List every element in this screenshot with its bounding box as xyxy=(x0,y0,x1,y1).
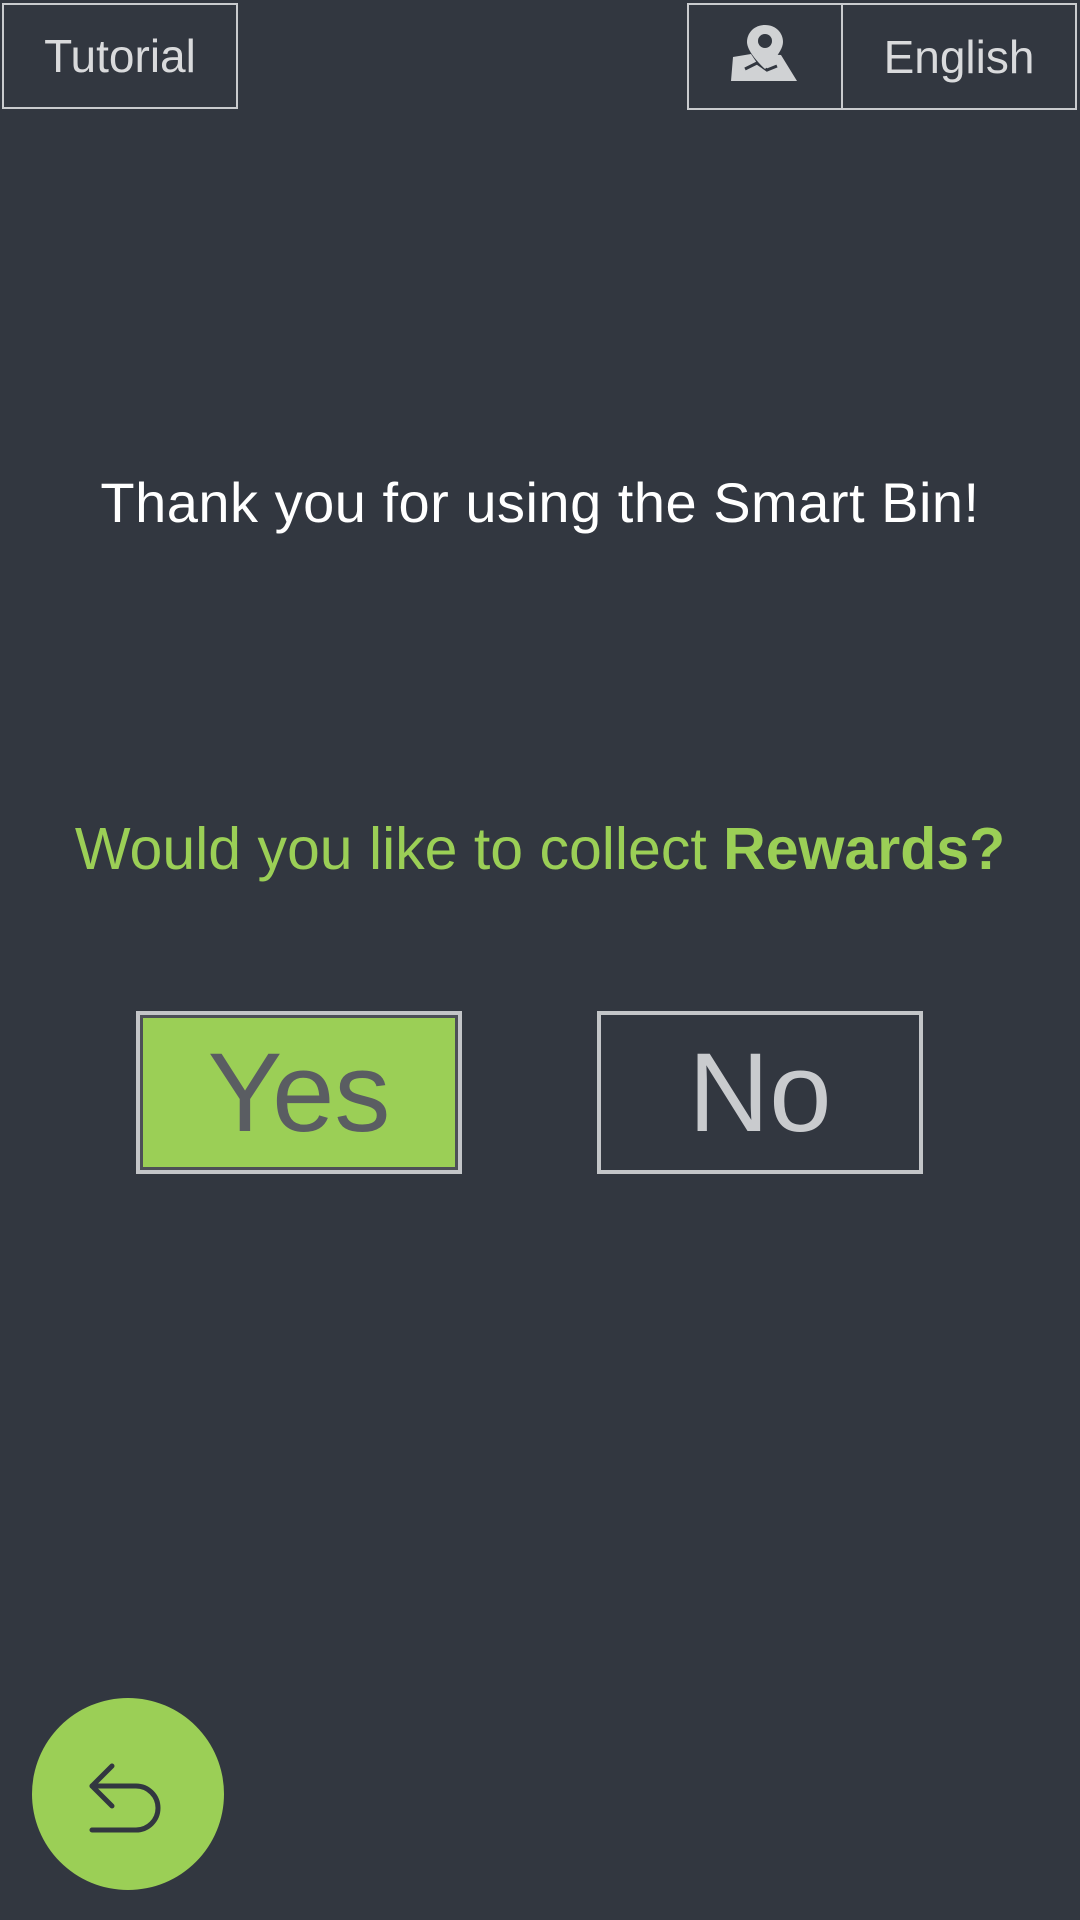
no-label: No xyxy=(688,1030,832,1155)
back-button[interactable] xyxy=(32,1698,224,1890)
yes-button[interactable]: Yes xyxy=(136,1011,462,1174)
tutorial-label: Tutorial xyxy=(44,30,196,82)
location-language-group: English xyxy=(687,3,1077,110)
language-button[interactable]: English xyxy=(843,5,1075,108)
map-pin-icon xyxy=(727,23,803,90)
location-button[interactable] xyxy=(689,5,843,108)
rewards-emphasis: Rewards? xyxy=(723,816,1006,882)
tutorial-button[interactable]: Tutorial xyxy=(2,3,238,109)
language-label: English xyxy=(883,30,1035,83)
yes-label: Yes xyxy=(207,1030,391,1155)
question-text: Would you like to collect xyxy=(74,816,724,882)
no-button[interactable]: No xyxy=(597,1011,923,1174)
thank-you-message: Thank you for using the Smart Bin! xyxy=(100,471,980,534)
rewards-question: Would you like to collect Rewards? xyxy=(0,815,1080,883)
return-arrow-icon xyxy=(78,1742,178,1847)
